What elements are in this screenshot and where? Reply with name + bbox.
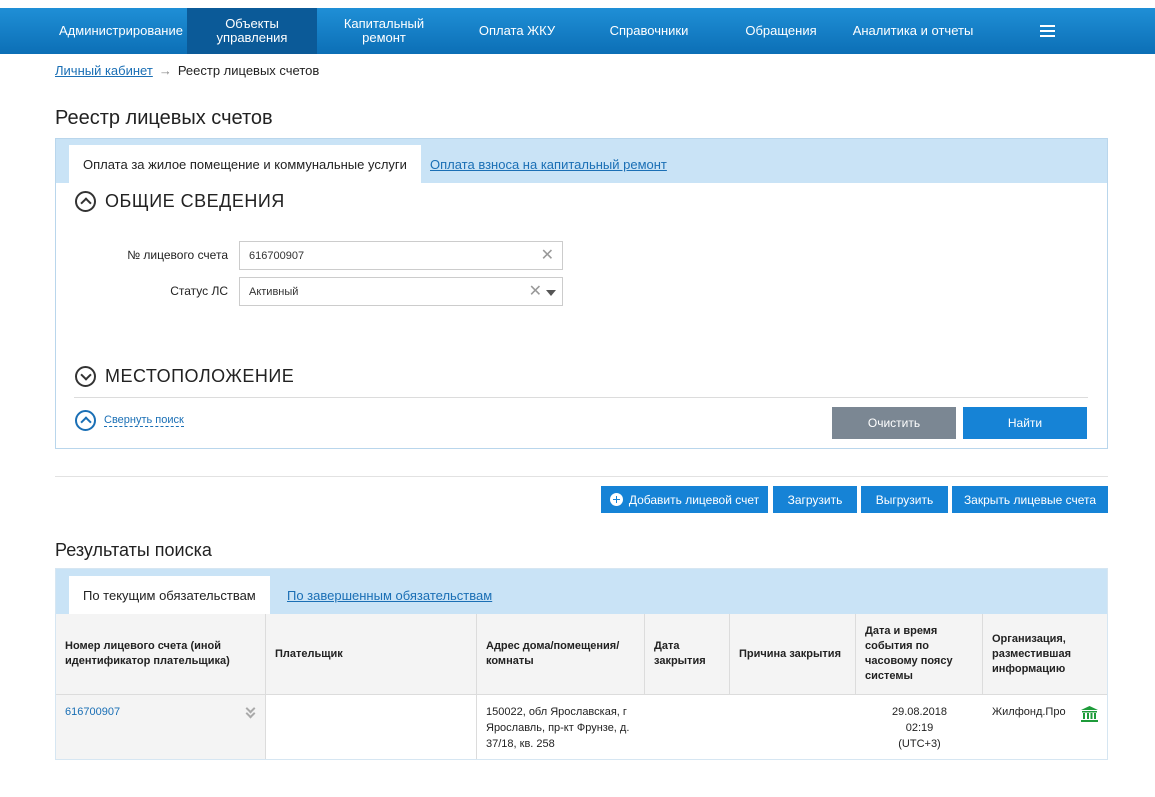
account-number-input[interactable]: 616700907 ✕ — [239, 241, 563, 270]
nav-item-administration[interactable]: Администрирование — [55, 8, 187, 54]
column-header-account[interactable]: Номер лицевого счета (иной идентификатор… — [56, 614, 266, 694]
nav-item-management-objects[interactable]: Объекты управления — [187, 8, 317, 54]
column-header-close-date[interactable]: Дата закрытия — [645, 614, 730, 694]
event-date: 29.08.2018 — [891, 706, 948, 718]
cell-account: 616700907 — [56, 695, 266, 759]
column-header-event-datetime[interactable]: Дата и время события по часовому поясу с… — [856, 614, 983, 694]
account-number-label: № лицевого счета — [127, 248, 228, 262]
cell-organization: Жилфонд.Про — [983, 695, 1107, 759]
nav-item-housing-payment[interactable]: Оплата ЖКУ — [451, 8, 583, 54]
collapse-search[interactable]: Свернуть поиск — [75, 410, 184, 431]
bank-building-icon[interactable] — [1081, 706, 1098, 722]
general-section-header[interactable]: ОБЩИЕ СВЕДЕНИЯ — [75, 191, 285, 212]
cell-payer — [266, 695, 477, 759]
results-title: Результаты поиска — [55, 540, 212, 560]
column-header-payer[interactable]: Плательщик — [266, 614, 477, 694]
location-section-title: МЕСТОПОЛОЖЕНИЕ — [105, 366, 295, 386]
find-button[interactable]: Найти — [963, 407, 1087, 439]
nav-item-appeals[interactable]: Обращения — [715, 8, 847, 54]
table-header: Номер лицевого счета (иной идентификатор… — [56, 614, 1107, 695]
breadcrumb-current: Реестр лицевых счетов — [177, 63, 320, 78]
event-timezone: (UTC+3) — [898, 738, 941, 750]
upload-button[interactable]: Загрузить — [773, 486, 857, 513]
add-account-label: Добавить лицевой счет — [628, 492, 760, 507]
status-value: Активный — [249, 285, 299, 298]
clear-status-icon[interactable]: ✕ — [529, 284, 542, 300]
tab-completed-obligations[interactable]: По завершенным обязательствам — [287, 576, 492, 614]
search-tabbar: Оплата за жилое помещение и коммунальные… — [56, 139, 1107, 183]
dropdown-caret-icon[interactable] — [546, 290, 556, 296]
status-select[interactable]: Активный ✕ — [239, 277, 563, 306]
cell-close-reason — [730, 695, 856, 759]
collapse-up-icon — [75, 191, 96, 212]
export-button[interactable]: Выгрузить — [861, 486, 948, 513]
results-panel: По текущим обязательствам По завершенным… — [55, 568, 1108, 760]
clear-account-icon[interactable]: ✕ — [541, 248, 554, 264]
add-account-button[interactable]: Добавить лицевой счет — [601, 486, 768, 513]
page-title: Реестр лицевых счетов — [55, 107, 273, 129]
double-chevron-down-icon[interactable] — [245, 703, 256, 719]
collapse-search-link[interactable]: Свернуть поиск — [104, 414, 184, 427]
organization-name: Жилфонд.Про — [992, 706, 1066, 718]
cell-address: 150022, обл Ярославская, г Ярославль, пр… — [486, 706, 630, 750]
hamburger-icon — [1039, 25, 1055, 37]
tab-current-obligations[interactable]: По текущим обязательствам — [69, 576, 270, 614]
nav-items: Администрирование Объекты управления Кап… — [55, 8, 1115, 54]
breadcrumb-separator: → — [158, 63, 172, 78]
section-divider — [74, 397, 1088, 398]
menu-button[interactable] — [979, 8, 1115, 54]
event-time: 02:19 — [905, 722, 934, 734]
cell-close-date — [645, 695, 730, 759]
results-tabbar: По текущим обязательствам По завершенным… — [56, 569, 1107, 614]
tab-capital-repair-fee[interactable]: Оплата взноса на капитальный ремонт — [430, 145, 667, 183]
nav-item-analytics[interactable]: Аналитика и отчеты — [847, 8, 979, 54]
collapse-search-icon[interactable] — [75, 410, 96, 431]
cell-event-datetime: 29.08.2018 02:19 (UTC+3) — [856, 695, 983, 759]
tab-housing-utilities[interactable]: Оплата за жилое помещение и коммунальные… — [69, 145, 421, 183]
actions-divider — [55, 476, 1108, 477]
top-navigation: Администрирование Объекты управления Кап… — [0, 8, 1155, 54]
nav-item-capital-repair[interactable]: Капитальный ремонт — [317, 8, 451, 54]
column-header-address[interactable]: Адрес дома/помещения/комнаты — [477, 614, 645, 694]
expand-down-icon — [75, 366, 96, 387]
status-label: Статус ЛС — [170, 284, 228, 298]
column-header-close-reason[interactable]: Причина закрытия — [730, 614, 856, 694]
close-accounts-button[interactable]: Закрыть лицевые счета — [952, 486, 1108, 513]
column-header-organization[interactable]: Организация, разместившая информацию — [983, 614, 1107, 694]
account-number-value: 616700907 — [249, 249, 305, 262]
breadcrumb-home-link[interactable]: Личный кабинет — [55, 63, 153, 78]
nav-item-directories[interactable]: Справочники — [583, 8, 715, 54]
general-section-title: ОБЩИЕ СВЕДЕНИЯ — [105, 191, 285, 211]
breadcrumb: Личный кабинет → Реестр лицевых счетов — [55, 63, 319, 78]
location-section-header[interactable]: МЕСТОПОЛОЖЕНИЕ — [75, 366, 294, 387]
table-row: 616700907 150022, обл Ярославская, г Яро… — [56, 695, 1107, 759]
account-number-link[interactable]: 616700907 — [65, 706, 120, 718]
clear-button[interactable]: Очистить — [832, 407, 956, 439]
search-panel: Оплата за жилое помещение и коммунальные… — [55, 138, 1108, 449]
plus-circle-icon — [609, 493, 623, 506]
